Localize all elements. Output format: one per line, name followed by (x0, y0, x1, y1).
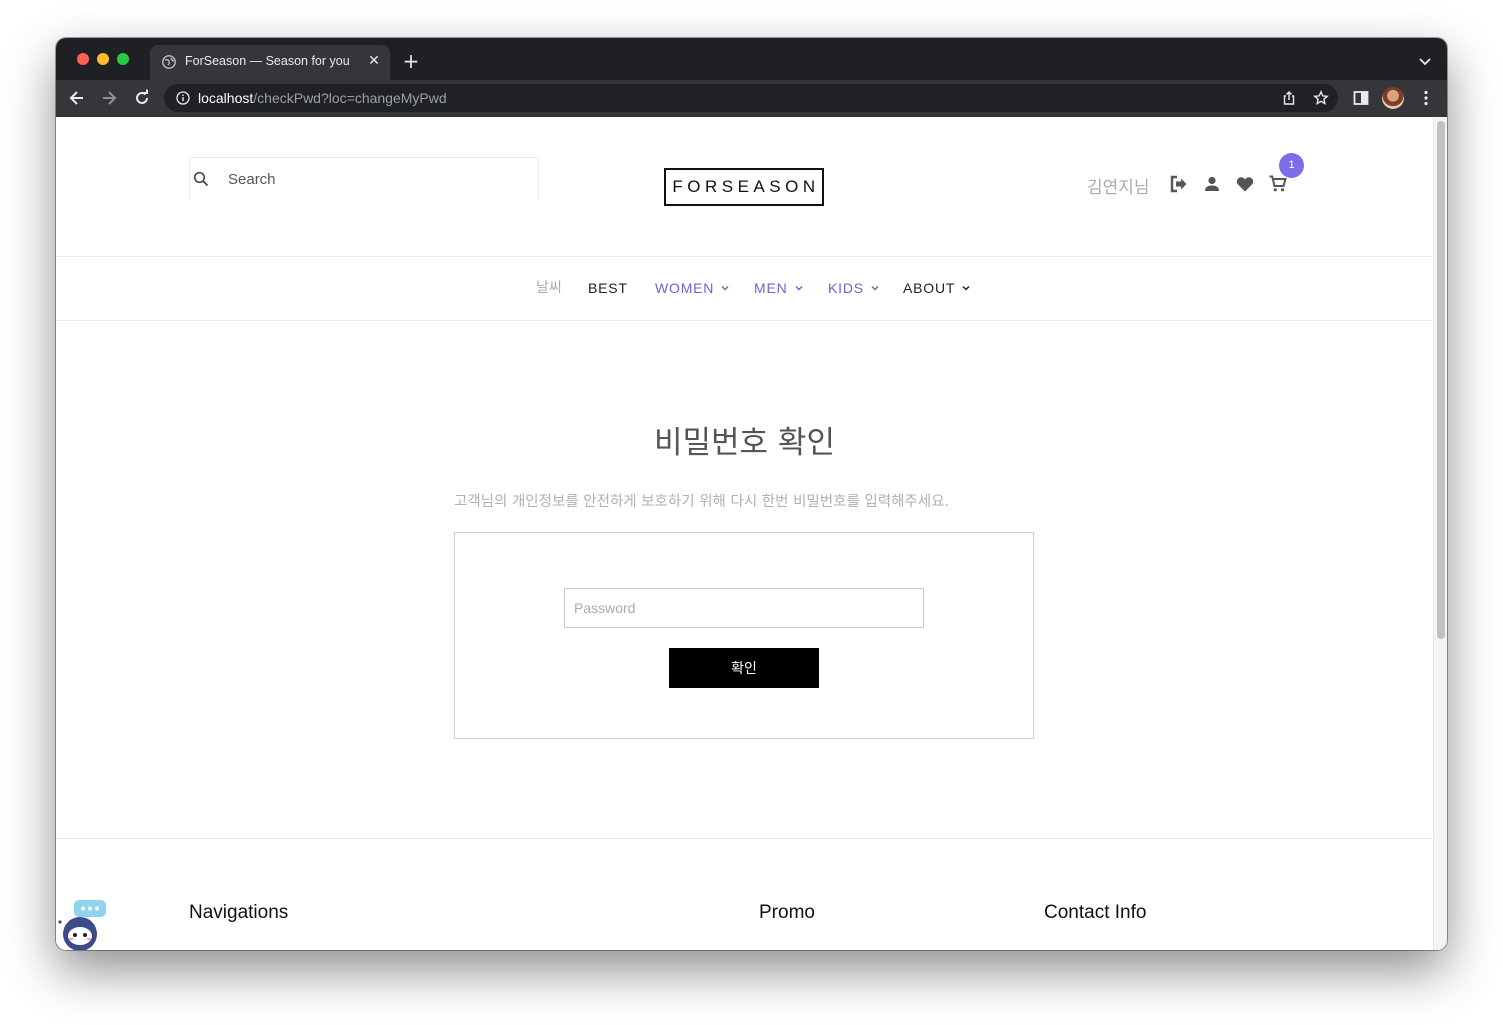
nav-item-men[interactable]: MEN (754, 273, 804, 303)
header-divider (56, 256, 1433, 257)
new-tab-icon[interactable]: + (401, 51, 421, 71)
page-scrollbar[interactable] (1433, 117, 1447, 950)
reload-icon[interactable] (132, 88, 152, 108)
heart-icon[interactable] (1235, 174, 1255, 194)
search-box (189, 157, 539, 199)
cart-count-badge: 1 (1279, 153, 1304, 178)
user-greeting[interactable]: 김연지님 (1087, 173, 1150, 198)
logout-icon[interactable] (1169, 174, 1189, 194)
footer-heading-navigations: Navigations (189, 902, 289, 923)
footer-heading-promo: Promo (759, 902, 815, 923)
minimize-window-button[interactable] (97, 53, 109, 65)
back-arrow-icon[interactable] (67, 88, 87, 108)
search-input[interactable] (228, 166, 528, 192)
chevron-down-icon (721, 285, 729, 291)
address-bar[interactable]: localhost/checkPwd?loc=changeMyPwd (164, 84, 1338, 112)
nav-item-kids[interactable]: KIDS (828, 273, 880, 303)
nav-item-about[interactable]: ABOUT (903, 273, 971, 303)
cart-icon[interactable] (1268, 174, 1288, 194)
chevron-down-icon[interactable] (1416, 52, 1434, 70)
nav-item-best[interactable]: BEST (588, 273, 628, 303)
chevron-down-icon (962, 285, 970, 291)
tab-title: ForSeason — Season for you (185, 54, 350, 68)
password-input[interactable] (564, 588, 924, 628)
browser-window: ForSeason — Season for you ✕ + localhost… (56, 38, 1447, 950)
chevron-down-icon (794, 285, 803, 291)
url-text: localhost/checkPwd?loc=changeMyPwd (198, 90, 447, 106)
close-tab-icon[interactable]: ✕ (365, 52, 383, 70)
scroll-thumb[interactable] (1437, 121, 1445, 639)
screen: ForSeason — Season for you ✕ + localhost… (0, 0, 1503, 1025)
password-form: 확인 (454, 532, 1034, 739)
page-viewport: FORSEASON 김연지님 1 날씨 BEST (56, 117, 1447, 950)
side-panel-icon[interactable] (1351, 88, 1371, 108)
chevron-down-icon (871, 285, 879, 291)
bookmark-star-icon[interactable] (1313, 90, 1329, 106)
search-icon[interactable] (192, 170, 210, 188)
forward-arrow-icon[interactable] (99, 88, 119, 108)
share-icon[interactable] (1281, 90, 1297, 106)
browser-toolbar: localhost/checkPwd?loc=changeMyPwd (56, 80, 1447, 117)
tab-strip: ForSeason — Season for you ✕ + (56, 38, 1447, 80)
browser-tab[interactable]: ForSeason — Season for you ✕ (150, 45, 390, 80)
nav-item-women[interactable]: WOMEN (655, 273, 730, 303)
globe-icon (162, 55, 176, 69)
info-icon[interactable] (176, 91, 190, 105)
close-window-button[interactable] (77, 53, 89, 65)
page-description: 고객님의 개인정보를 안전하게 보호하기 위해 다시 한번 비밀번호를 입력해주… (454, 494, 950, 510)
nav-divider (56, 320, 1433, 321)
profile-avatar[interactable] (1382, 87, 1404, 109)
chatbot-icon[interactable] (56, 898, 108, 950)
footer-heading-contact: Contact Info (1044, 902, 1147, 923)
confirm-button[interactable]: 확인 (669, 648, 819, 688)
maximize-window-button[interactable] (117, 53, 129, 65)
page-title: 비밀번호 확인 (654, 425, 835, 461)
footer-divider (56, 838, 1433, 839)
weather-link[interactable]: 날씨 (536, 277, 562, 297)
site-logo[interactable]: FORSEASON (664, 168, 824, 206)
user-icon[interactable] (1202, 174, 1222, 194)
more-options-icon[interactable] (1416, 88, 1436, 108)
